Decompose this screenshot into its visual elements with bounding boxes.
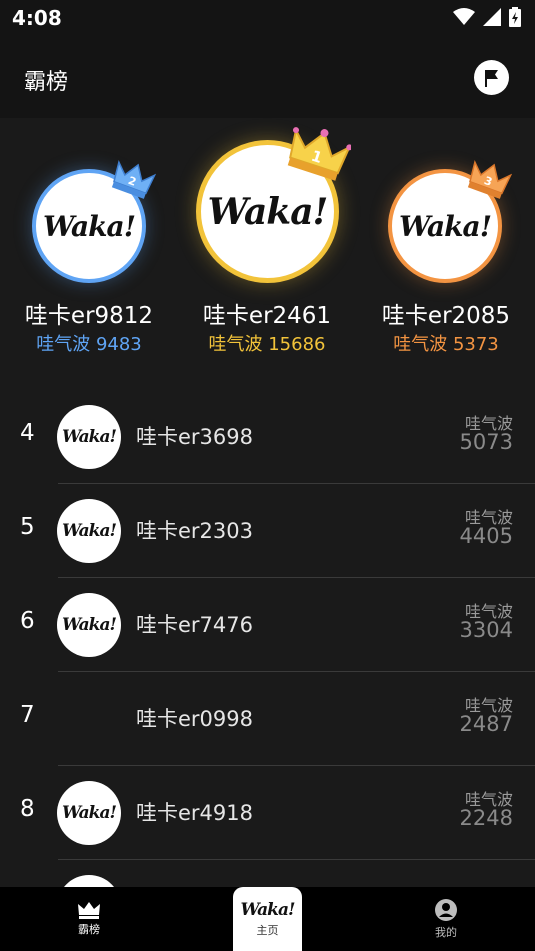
tab-home[interactable]: Waka! 主页: [233, 887, 302, 951]
crown-icon-rank-1: 1: [287, 127, 351, 181]
ranking-list[interactable]: 4 Waka! 哇卡er3698 哇气波 5073 5 Waka! 哇卡er23…: [0, 380, 535, 887]
list-item-partial[interactable]: [0, 860, 535, 887]
report-flag-button[interactable]: [474, 60, 509, 95]
avatar[interactable]: Waka!: [57, 405, 121, 469]
top-three-podium: Waka! 2 哇卡er9812 哇气波 9483 Waka! 1 哇卡er24…: [0, 118, 535, 380]
top1-name: 哇卡er2461: [202, 303, 332, 329]
waka-logo: Waka!: [62, 803, 117, 823]
user-name: 哇卡er4918: [136, 801, 253, 825]
list-item[interactable]: 4 Waka! 哇卡er3698 哇气波 5073: [0, 390, 535, 484]
waka-logo: Waka!: [62, 615, 117, 635]
list-item[interactable]: 7 哇卡er0998 哇气波 2487: [0, 672, 535, 766]
tab-rank-label: 霸榜: [78, 923, 100, 936]
list-item[interactable]: 6 Waka! 哇卡er7476 哇气波 3304: [0, 578, 535, 672]
user-name: 哇卡er7476: [136, 613, 253, 637]
crown-icon-rank-3: 3: [467, 159, 512, 199]
waka-logo: Waka!: [62, 521, 117, 541]
score-value: 3304: [459, 618, 513, 642]
rank-number: 7: [20, 702, 35, 728]
tab-mine-label: 我的: [435, 926, 457, 939]
rank-number: 8: [20, 796, 35, 822]
user-name: 哇卡er3698: [136, 425, 253, 449]
crown-icon-rank-2: 2: [111, 159, 156, 199]
waka-logo: Waka!: [207, 190, 329, 233]
score-value: 4405: [459, 524, 513, 548]
waka-logo: Waka!: [62, 427, 117, 447]
top3-name: 哇卡er2085: [381, 303, 511, 329]
user-name: 哇卡er2303: [136, 519, 253, 543]
rank-number: 5: [20, 514, 35, 540]
waka-logo: Waka!: [399, 209, 492, 243]
top1-score: 哇气波 15686: [208, 334, 326, 355]
waka-logo: Waka!: [43, 209, 136, 243]
avatar[interactable]: Waka!: [57, 781, 121, 845]
flag-icon: [484, 69, 498, 87]
score-value: 2487: [459, 712, 513, 736]
list-item[interactable]: 8 Waka! 哇卡er4918 哇气波 2248: [0, 766, 535, 860]
signal-icon: [483, 8, 501, 26]
score-value: 2248: [459, 806, 513, 830]
page-title: 霸榜: [24, 70, 69, 95]
top2-name: 哇卡er9812: [24, 303, 154, 329]
rank-number: 6: [20, 608, 35, 634]
status-icons: [453, 7, 521, 27]
status-time: 4:08: [12, 6, 62, 30]
wifi-icon: [453, 8, 475, 25]
avatar[interactable]: [57, 875, 121, 887]
user-name: 哇卡er0998: [136, 707, 253, 731]
avatar[interactable]: Waka!: [57, 499, 121, 563]
crown-icon: [78, 902, 100, 919]
score-value: 5073: [459, 430, 513, 454]
tab-home-label: 主页: [256, 924, 279, 937]
tab-mine[interactable]: 我的: [386, 887, 506, 951]
user-icon: [435, 899, 457, 921]
avatar[interactable]: Waka!: [57, 593, 121, 657]
app-header: 霸榜: [0, 36, 535, 118]
tab-rank[interactable]: 霸榜: [29, 887, 149, 951]
top3-score: 哇气波 5373: [393, 334, 499, 355]
status-bar: 4:08: [0, 0, 535, 36]
rank-number: 4: [20, 420, 35, 446]
list-item[interactable]: 5 Waka! 哇卡er2303 哇气波 4405: [0, 484, 535, 578]
battery-icon: [509, 7, 521, 27]
waka-logo: Waka!: [240, 900, 296, 920]
top2-score: 哇气波 9483: [36, 334, 142, 355]
bottom-tab-bar: 霸榜 Waka! 主页 我的: [0, 887, 535, 951]
